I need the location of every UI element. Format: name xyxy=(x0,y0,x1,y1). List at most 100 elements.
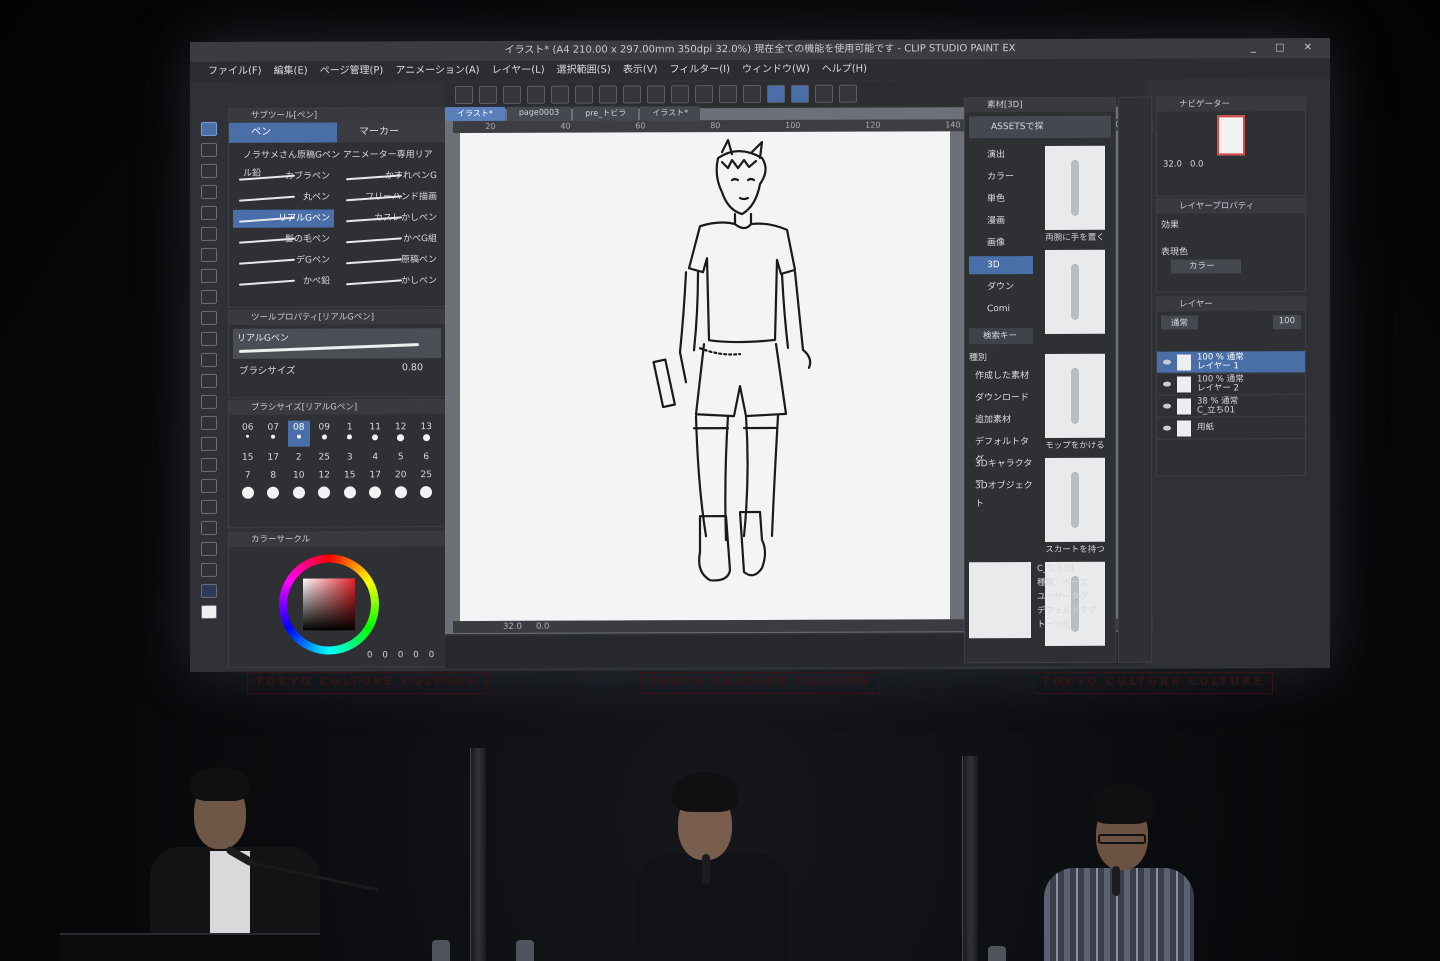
line-tool-icon[interactable] xyxy=(201,289,217,304)
layer-opacity[interactable]: 100 xyxy=(1272,315,1301,330)
brush-item[interactable]: デGペン xyxy=(233,251,334,269)
brush-size-option[interactable]: 3 xyxy=(339,450,361,464)
brush-size-dot[interactable] xyxy=(237,486,259,501)
material-category[interactable]: 漫画 xyxy=(969,212,1033,230)
zoom-readout[interactable]: 32.0 xyxy=(503,621,522,633)
brush-item[interactable]: リアルGペン xyxy=(233,209,334,228)
menu-window[interactable]: ウィンドウ(W) xyxy=(742,60,810,80)
material-filter[interactable]: デフォルトタグ xyxy=(969,433,1033,465)
brush-item[interactable]: フリーハンド描画 xyxy=(340,188,441,206)
brush-size-option[interactable]: 13 xyxy=(416,420,438,446)
brush-item[interactable]: かすれペンG xyxy=(340,167,441,185)
material-category[interactable]: ダウン xyxy=(969,278,1033,296)
material-category[interactable]: 単色 xyxy=(969,190,1033,208)
doc-tab-illust-2[interactable]: イラスト* xyxy=(640,106,701,121)
lasso-icon[interactable] xyxy=(599,85,617,104)
brush-size-option[interactable]: 25 xyxy=(416,468,438,482)
balloon-tool-icon[interactable] xyxy=(201,541,217,556)
brush-size-option[interactable]: 08 xyxy=(288,420,310,447)
brush-size-option[interactable]: 4 xyxy=(365,450,387,464)
brush-size-option[interactable]: 5 xyxy=(390,450,412,464)
material-search-field[interactable]: 検索キー xyxy=(969,328,1033,345)
export-icon[interactable] xyxy=(527,85,545,104)
select-tool-icon[interactable] xyxy=(201,310,217,325)
material-category[interactable]: Comi xyxy=(969,300,1033,318)
brush-size-option[interactable]: 6 xyxy=(416,450,438,464)
menu-page[interactable]: ページ管理(P) xyxy=(320,61,384,81)
layer-row[interactable]: 100 % 通常 レイヤー 2 xyxy=(1157,373,1305,396)
material-filter[interactable]: 3Dキャラクター xyxy=(969,455,1033,487)
menu-edit[interactable]: 編集(E) xyxy=(274,62,308,82)
snap-ruler-icon[interactable] xyxy=(791,84,809,103)
brush-item[interactable]: カスレかしペン xyxy=(340,209,441,227)
main-color-swatch[interactable] xyxy=(201,583,217,598)
brush-size-option[interactable]: 17 xyxy=(365,468,387,482)
correction-tool-icon[interactable] xyxy=(201,562,217,577)
assets-search-button[interactable]: ASSETSで探 xyxy=(969,115,1111,139)
material-category[interactable]: 3D xyxy=(969,256,1033,275)
help-icon[interactable] xyxy=(839,84,857,103)
brush-item[interactable]: かしペン xyxy=(340,272,441,290)
brush-item[interactable]: 丸ペン xyxy=(233,188,334,206)
brush-item[interactable]: カブラペン xyxy=(233,167,334,185)
frame-tool-icon[interactable] xyxy=(201,478,217,493)
brush-size-value[interactable]: 0.80 xyxy=(402,362,423,376)
wand-tool-icon[interactable] xyxy=(201,415,217,430)
layer-tool-icon[interactable] xyxy=(201,268,217,283)
tone-tool-icon[interactable] xyxy=(201,226,217,241)
redo-icon[interactable] xyxy=(575,85,593,104)
material-filter[interactable]: ダウンロード xyxy=(969,389,1033,407)
brush-size-dot[interactable] xyxy=(314,486,336,500)
material-filter[interactable]: 追加素材 xyxy=(969,411,1033,429)
pose-thumbnail[interactable] xyxy=(1045,249,1105,335)
brush-size-option[interactable]: 17 xyxy=(263,451,285,465)
doc-tab-page3[interactable]: page0003 xyxy=(506,106,572,121)
navigator-zoom[interactable]: 32.0 xyxy=(1163,160,1182,170)
brush-item[interactable]: かぺ鉛 xyxy=(233,272,334,290)
subtool-tab-pen[interactable]: ペン xyxy=(229,122,337,143)
stamp-tool-icon[interactable] xyxy=(201,457,217,472)
brush-size-option[interactable]: 11 xyxy=(365,420,387,446)
transform-icon[interactable] xyxy=(671,85,689,104)
navigator-preview[interactable] xyxy=(1217,115,1245,156)
menu-help[interactable]: ヘルプ(H) xyxy=(822,60,867,80)
subtool-tab-marker[interactable]: マーカー xyxy=(337,122,445,143)
brush-size-option[interactable]: 15 xyxy=(339,468,361,482)
menu-file[interactable]: ファイル(F) xyxy=(208,62,262,82)
doc-tab-illust[interactable]: イラスト* xyxy=(445,106,505,122)
brush-size-dot[interactable] xyxy=(288,486,310,501)
fill-icon[interactable] xyxy=(647,85,665,104)
brush-size-option[interactable]: 09 xyxy=(314,420,336,446)
eye-icon[interactable] xyxy=(1163,381,1171,387)
brush-size-option[interactable]: 8 xyxy=(263,469,285,483)
blend-tool-icon[interactable] xyxy=(201,331,217,346)
brush-size-option[interactable]: 15 xyxy=(237,451,259,465)
open-icon[interactable] xyxy=(479,85,497,104)
pose-thumbnail[interactable] xyxy=(1045,457,1105,543)
menu-layer[interactable]: レイヤー(L) xyxy=(492,61,545,81)
pencil-tool-icon[interactable] xyxy=(201,142,217,157)
eye-icon[interactable] xyxy=(1163,403,1171,409)
material-filter[interactable]: 作成した素材 xyxy=(969,367,1033,385)
brush-size-option[interactable]: 20 xyxy=(390,468,412,482)
brush-item[interactable]: 髪の毛ペン xyxy=(233,230,334,248)
drawing-paper[interactable] xyxy=(460,131,950,622)
brush-item[interactable]: 原稿ペン xyxy=(340,251,441,269)
brush-size-option[interactable]: 7 xyxy=(237,469,259,483)
lasso-tool-icon[interactable] xyxy=(201,247,217,262)
brush-size-option[interactable]: 06 xyxy=(237,421,259,447)
layer-row[interactable]: 38 % 通常 C_立ち01 xyxy=(1157,395,1305,418)
eye-icon[interactable] xyxy=(1163,359,1171,365)
menu-selection[interactable]: 選択範囲(S) xyxy=(557,61,611,81)
new-icon[interactable] xyxy=(455,86,473,105)
brush-size-option[interactable]: 2 xyxy=(288,451,310,465)
material-category[interactable]: 演出 xyxy=(969,146,1033,164)
pose-thumbnail[interactable] xyxy=(1045,145,1105,231)
hue-ring[interactable] xyxy=(279,554,379,655)
move-tool-icon[interactable] xyxy=(201,373,217,388)
edit-icon[interactable] xyxy=(815,84,833,103)
material-category[interactable]: 画像 xyxy=(969,234,1033,252)
doc-tab-pre[interactable]: pre_トビラ xyxy=(573,106,639,121)
brush-size-option[interactable]: 12 xyxy=(390,420,412,446)
saturation-square[interactable] xyxy=(303,578,355,631)
